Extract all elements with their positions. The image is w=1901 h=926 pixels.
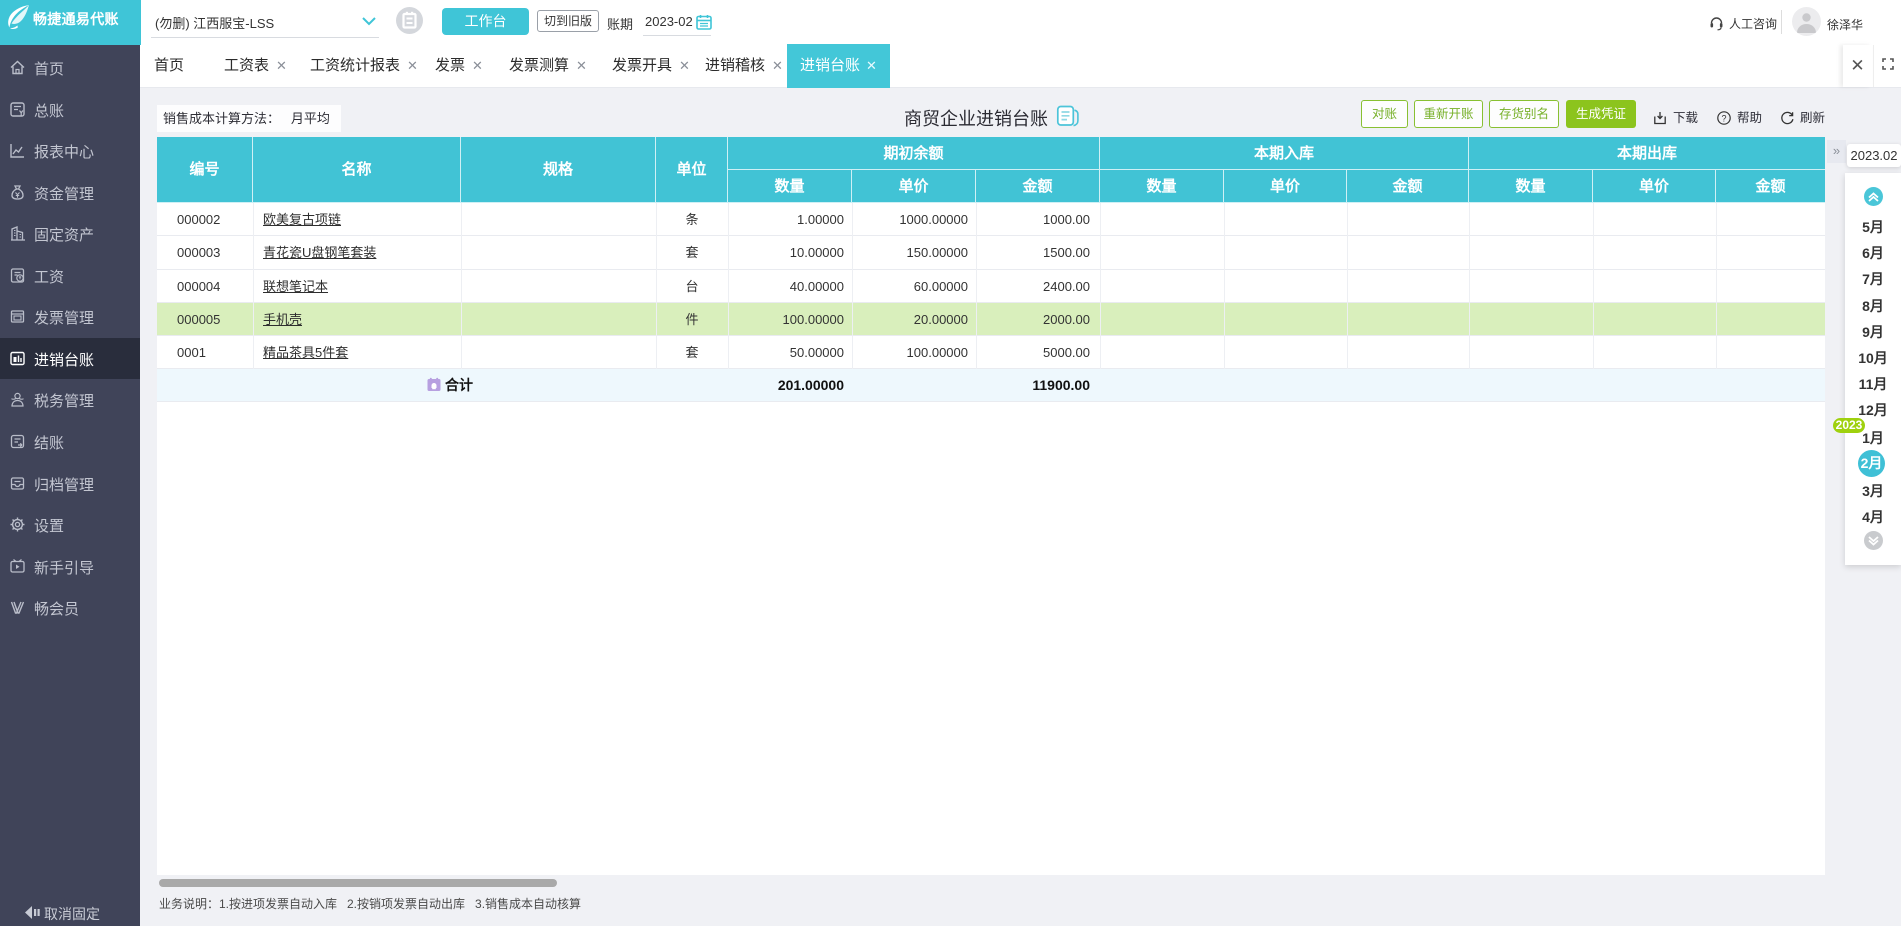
svg-text:?: ? — [1721, 113, 1726, 123]
